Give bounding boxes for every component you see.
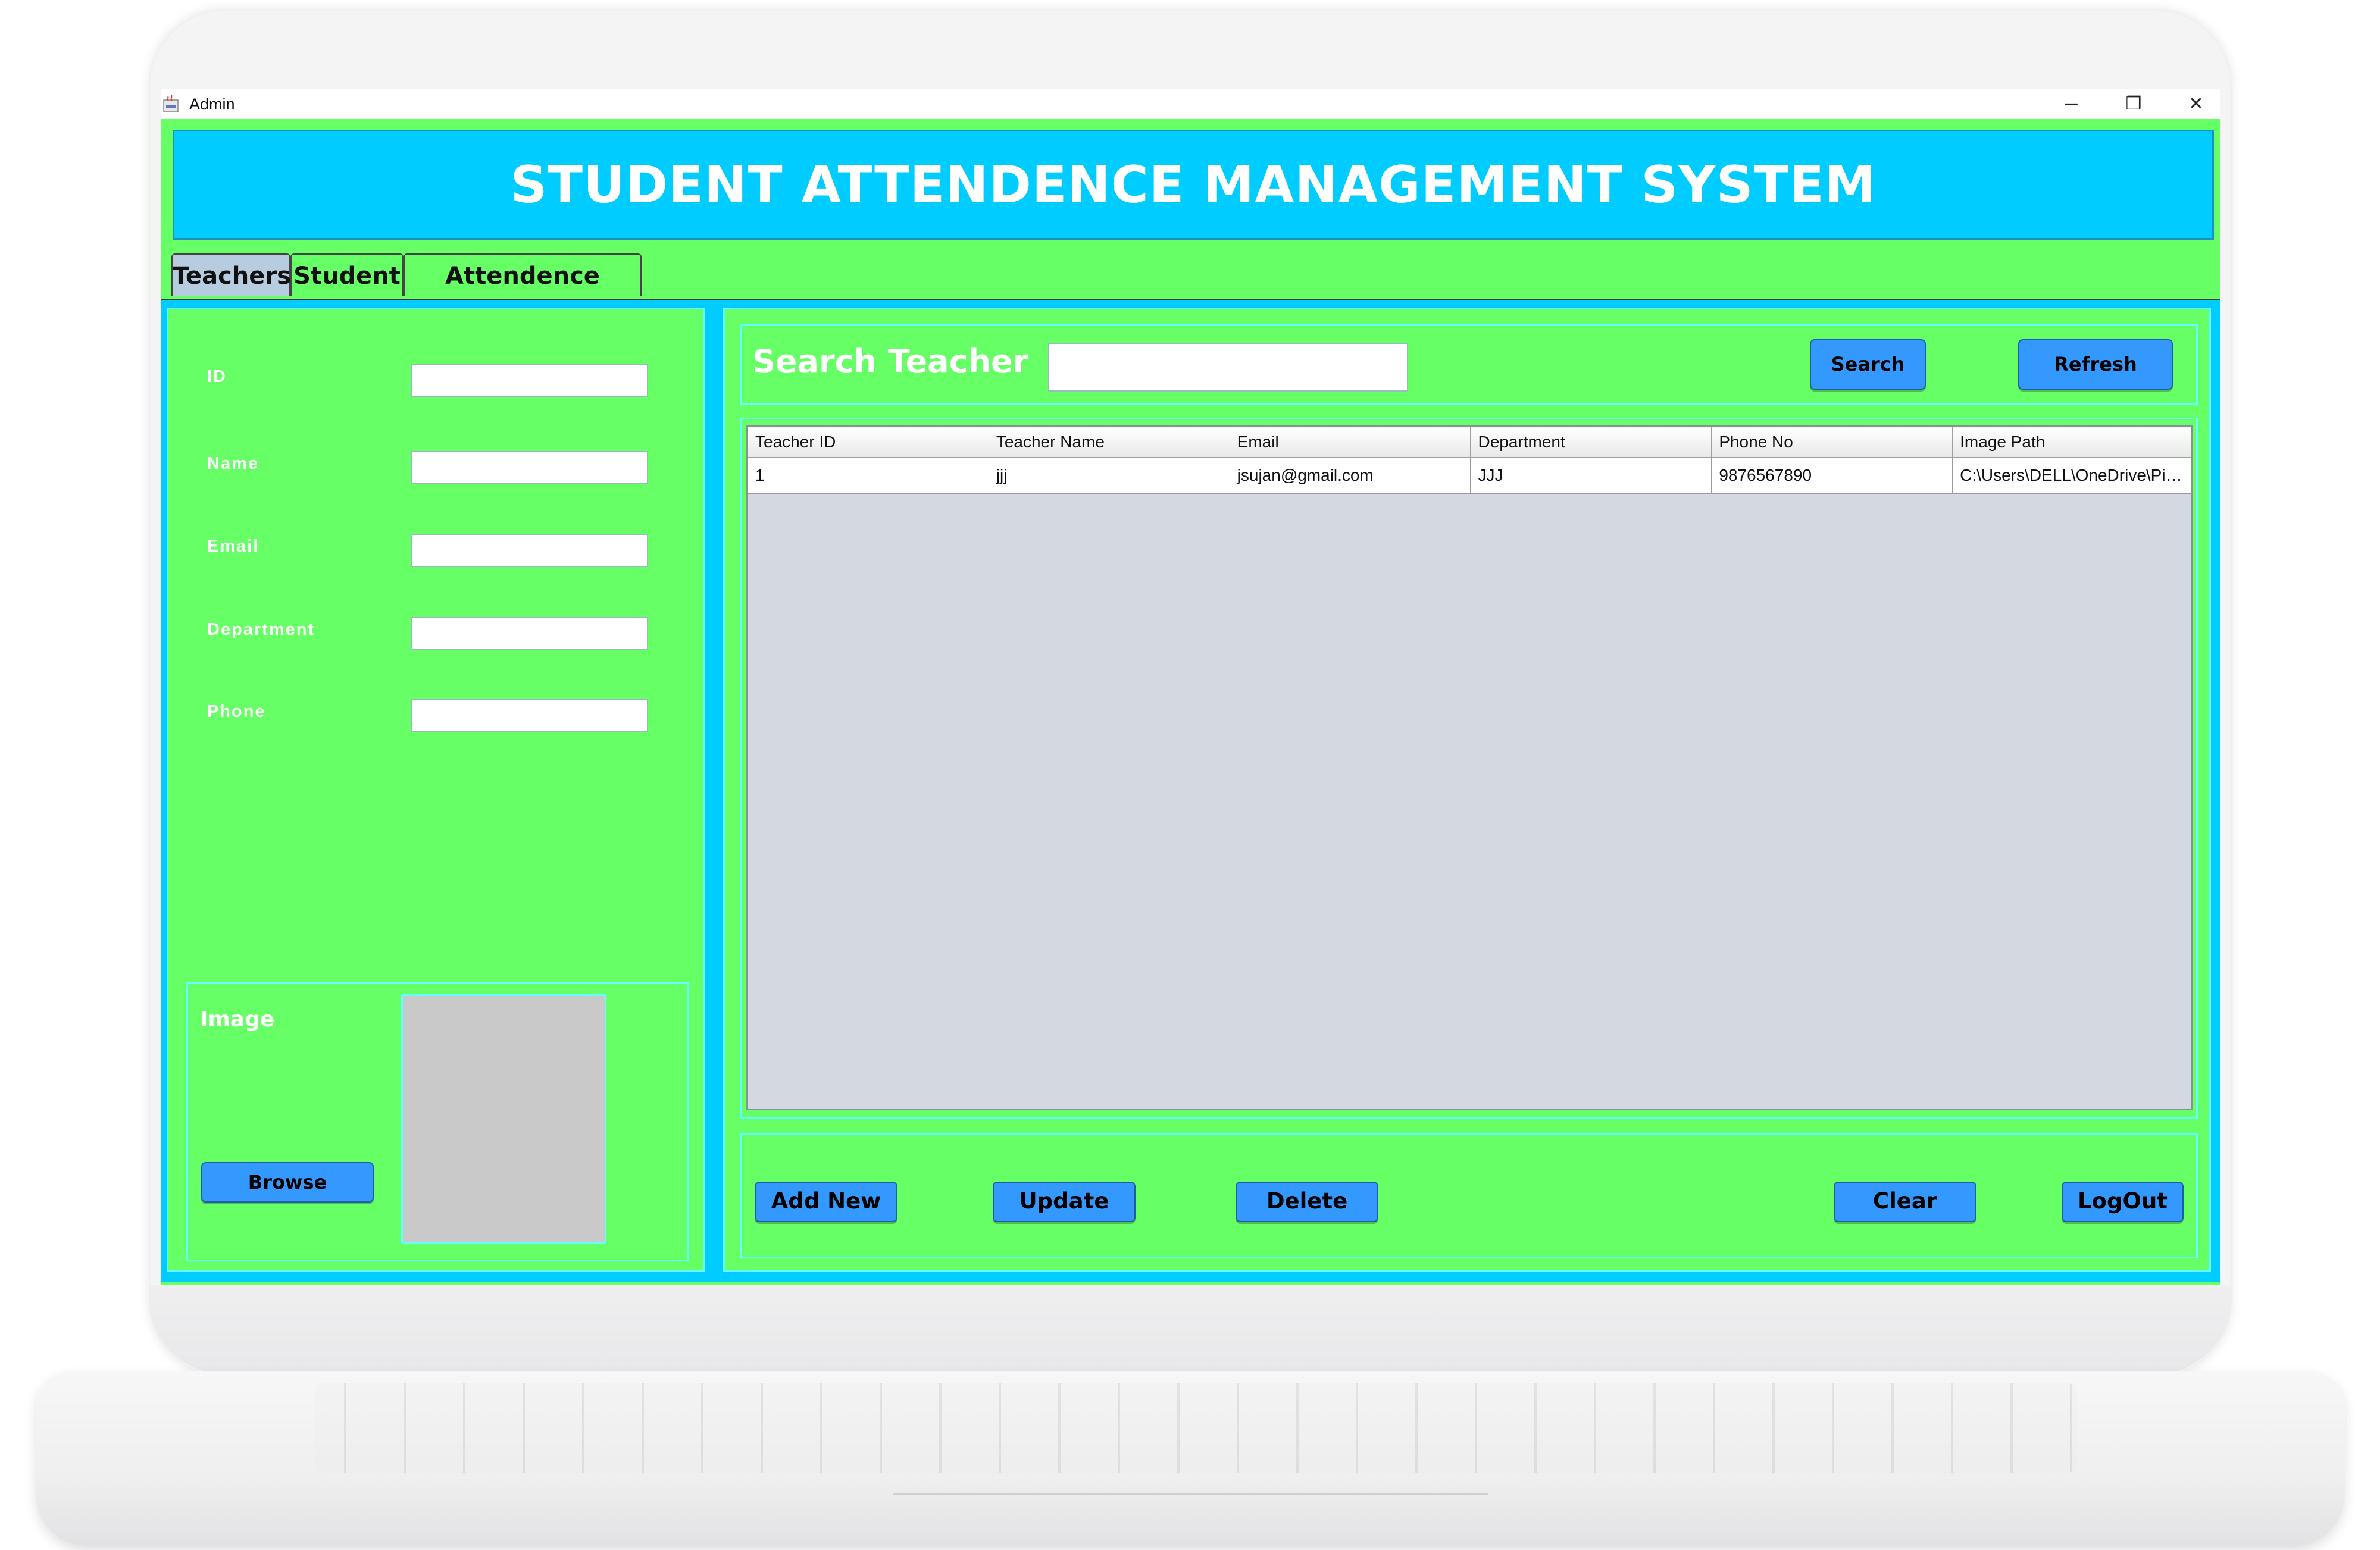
phone-field[interactable] [411, 699, 648, 732]
actions-section: Add New Update Delete Clear LogOut [740, 1133, 2198, 1258]
column-header[interactable]: Department [1470, 427, 1712, 458]
close-button[interactable]: ✕ [2166, 89, 2226, 119]
tab-teachers[interactable]: Teachers [171, 253, 291, 296]
admin-window: Admin ─ ❐ ✕ STUDENT ATTENDENCE MANAGEMEN… [161, 89, 2220, 1285]
tab-student[interactable]: Student [290, 253, 404, 296]
department-field[interactable] [411, 617, 648, 650]
name-label: Name [207, 454, 259, 473]
refresh-button[interactable]: Refresh [2018, 339, 2173, 390]
image-preview [401, 994, 606, 1244]
table-header-row: Teacher ID Teacher Name Email Department… [748, 427, 2191, 458]
maximize-button[interactable]: ❐ [2104, 89, 2163, 119]
title-bar: Admin ─ ❐ ✕ [161, 89, 2220, 119]
column-header[interactable]: Image Path [1952, 427, 2191, 458]
table-cell[interactable]: jjj [988, 457, 1230, 494]
table-row[interactable]: 1 jjj jsujan@gmail.com JJJ 9876567890 C:… [748, 457, 2191, 494]
column-header[interactable]: Teacher Name [988, 427, 1230, 458]
logout-button[interactable]: LogOut [2062, 1182, 2184, 1222]
column-header[interactable]: Teacher ID [748, 427, 989, 458]
id-label: ID [207, 367, 227, 386]
search-title: Search Teacher [752, 343, 1029, 380]
table-cell[interactable]: 1 [748, 457, 989, 494]
table-cell[interactable]: C:\Users\DELL\OneDrive\Pictu... [1952, 457, 2191, 494]
image-section: Image Browse [186, 982, 689, 1261]
browse-button[interactable]: Browse [201, 1162, 374, 1203]
window-title: Admin [189, 95, 235, 113]
app-title: STUDENT ATTENDENCE MANAGEMENT SYSTEM [510, 155, 1877, 215]
name-field[interactable] [411, 451, 648, 484]
column-header[interactable]: Phone No [1711, 427, 1953, 458]
table-cell[interactable]: 9876567890 [1711, 457, 1953, 494]
search-input[interactable] [1048, 343, 1408, 392]
id-field[interactable] [411, 364, 648, 397]
table-cell[interactable]: JJJ [1470, 457, 1712, 494]
image-label: Image [200, 1007, 275, 1032]
teacher-form-panel: ID Name Email Department Phone Image Bro… [167, 308, 705, 1272]
email-label: Email [207, 537, 259, 556]
laptop-bezel-bottom [149, 1285, 2232, 1374]
add-new-button[interactable]: Add New [755, 1182, 897, 1222]
department-label: Department [207, 620, 315, 639]
laptop-trackpad [893, 1452, 1488, 1495]
content-frame: ID Name Email Department Phone Image Bro… [161, 300, 2220, 1282]
table-section: Teacher ID Teacher Name Email Department… [740, 418, 2198, 1119]
update-button[interactable]: Update [993, 1182, 1136, 1222]
minimize-button[interactable]: ─ [2041, 89, 2101, 119]
email-field[interactable] [411, 534, 648, 567]
search-section: Search Teacher Search Refresh [740, 324, 2198, 405]
app-client-area: STUDENT ATTENDENCE MANAGEMENT SYSTEM Tea… [161, 119, 2220, 1285]
teacher-list-panel: Search Teacher Search Refresh Teacher ID… [723, 308, 2211, 1272]
java-app-icon [163, 95, 179, 112]
table-cell[interactable]: jsujan@gmail.com [1229, 457, 1471, 494]
search-button[interactable]: Search [1810, 339, 1926, 390]
clear-button[interactable]: Clear [1834, 1182, 1976, 1222]
column-header[interactable]: Email [1229, 427, 1471, 458]
delete-button[interactable]: Delete [1236, 1182, 1378, 1222]
app-header: STUDENT ATTENDENCE MANAGEMENT SYSTEM [173, 130, 2214, 240]
tab-attendence-report[interactable]: Attendence Report [404, 253, 642, 333]
phone-label: Phone [207, 702, 266, 721]
teacher-table: Teacher ID Teacher Name Email Department… [746, 425, 2193, 1110]
